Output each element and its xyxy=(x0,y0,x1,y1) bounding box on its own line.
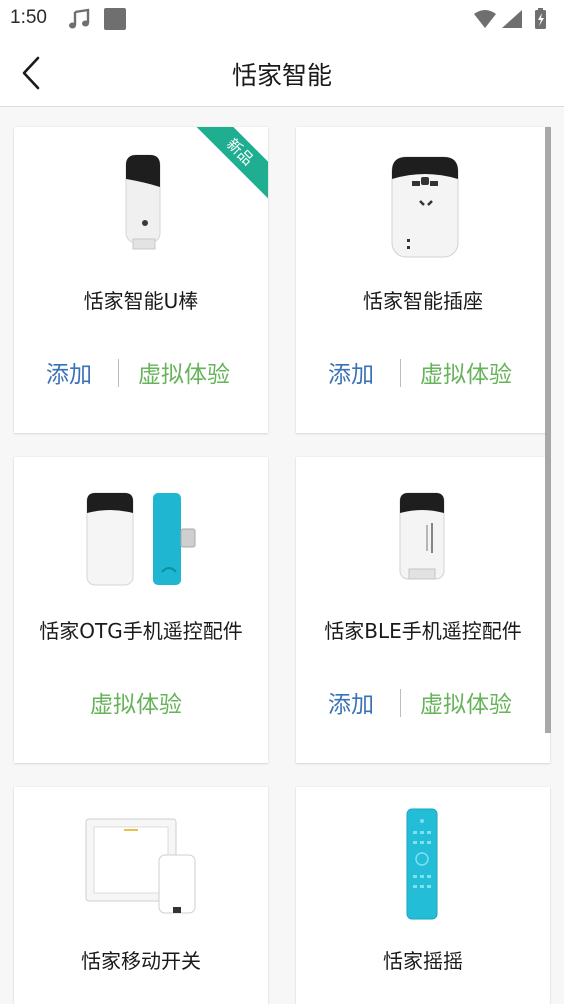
system-status-icons xyxy=(474,8,546,29)
mobile-switch-image xyxy=(85,818,196,914)
yaoyao-remote-image xyxy=(406,808,438,920)
add-button[interactable]: 添加 xyxy=(328,685,374,719)
virtual-experience-button[interactable]: 虚拟体验 xyxy=(420,355,512,389)
product-actions: 添加 虚拟体验 xyxy=(296,353,550,393)
product-card-mobile-switch[interactable]: 恬家移动开关 xyxy=(14,787,268,1004)
action-divider xyxy=(400,359,401,387)
status-bar: 1:50 xyxy=(0,0,564,40)
scrollbar[interactable] xyxy=(545,127,551,733)
virtual-experience-button[interactable]: 虚拟体验 xyxy=(138,355,230,389)
product-card-smart-socket[interactable]: 恬家智能插座 添加 虚拟体验 xyxy=(296,127,550,433)
action-divider xyxy=(400,689,401,717)
product-name: 恬家OTG手机遥控配件 xyxy=(39,619,243,643)
music-note-icon xyxy=(69,8,90,29)
smart-socket-image xyxy=(391,156,459,258)
product-card-yaoyao-remote[interactable]: 恬家摇摇 xyxy=(296,787,550,1004)
otg-remote-image xyxy=(86,492,196,586)
add-button[interactable]: 添加 xyxy=(328,355,374,389)
product-name: 恬家智能插座 xyxy=(363,289,483,313)
page-title: 恬家智能 xyxy=(231,61,332,90)
wifi-icon xyxy=(474,10,496,28)
product-actions: 添加 虚拟体验 xyxy=(296,683,550,723)
ble-remote-image xyxy=(399,492,445,580)
product-name: 恬家摇摇 xyxy=(383,949,463,973)
product-name: 恬家BLE手机遥控配件 xyxy=(324,619,522,643)
virtual-experience-button[interactable]: 虚拟体验 xyxy=(420,685,512,719)
product-name: 恬家智能U棒 xyxy=(83,289,199,313)
signal-icon xyxy=(502,10,522,28)
product-card-ble-remote[interactable]: 恬家BLE手机遥控配件 添加 虚拟体验 xyxy=(296,457,550,763)
status-time: 1:50 xyxy=(10,7,47,28)
virtual-experience-button[interactable]: 虚拟体验 xyxy=(90,685,182,719)
product-card-u-stick[interactable]: 新品 恬家智能U棒 添加 虚拟体验 xyxy=(14,127,268,433)
notification-icon xyxy=(104,8,126,30)
product-actions: 虚拟体验 xyxy=(14,683,268,723)
product-name: 恬家移动开关 xyxy=(81,949,201,973)
action-divider xyxy=(118,359,119,387)
add-button[interactable]: 添加 xyxy=(46,355,92,389)
app-header: 恬家智能 xyxy=(0,40,564,107)
product-card-otg-remote[interactable]: 恬家OTG手机遥控配件 虚拟体验 xyxy=(14,457,268,763)
product-actions: 添加 虚拟体验 xyxy=(14,353,268,393)
product-grid: 新品 恬家智能U棒 添加 虚拟体验 恬家智能插座 添加 虚拟体验 恬家OTG手机… xyxy=(0,107,564,1004)
